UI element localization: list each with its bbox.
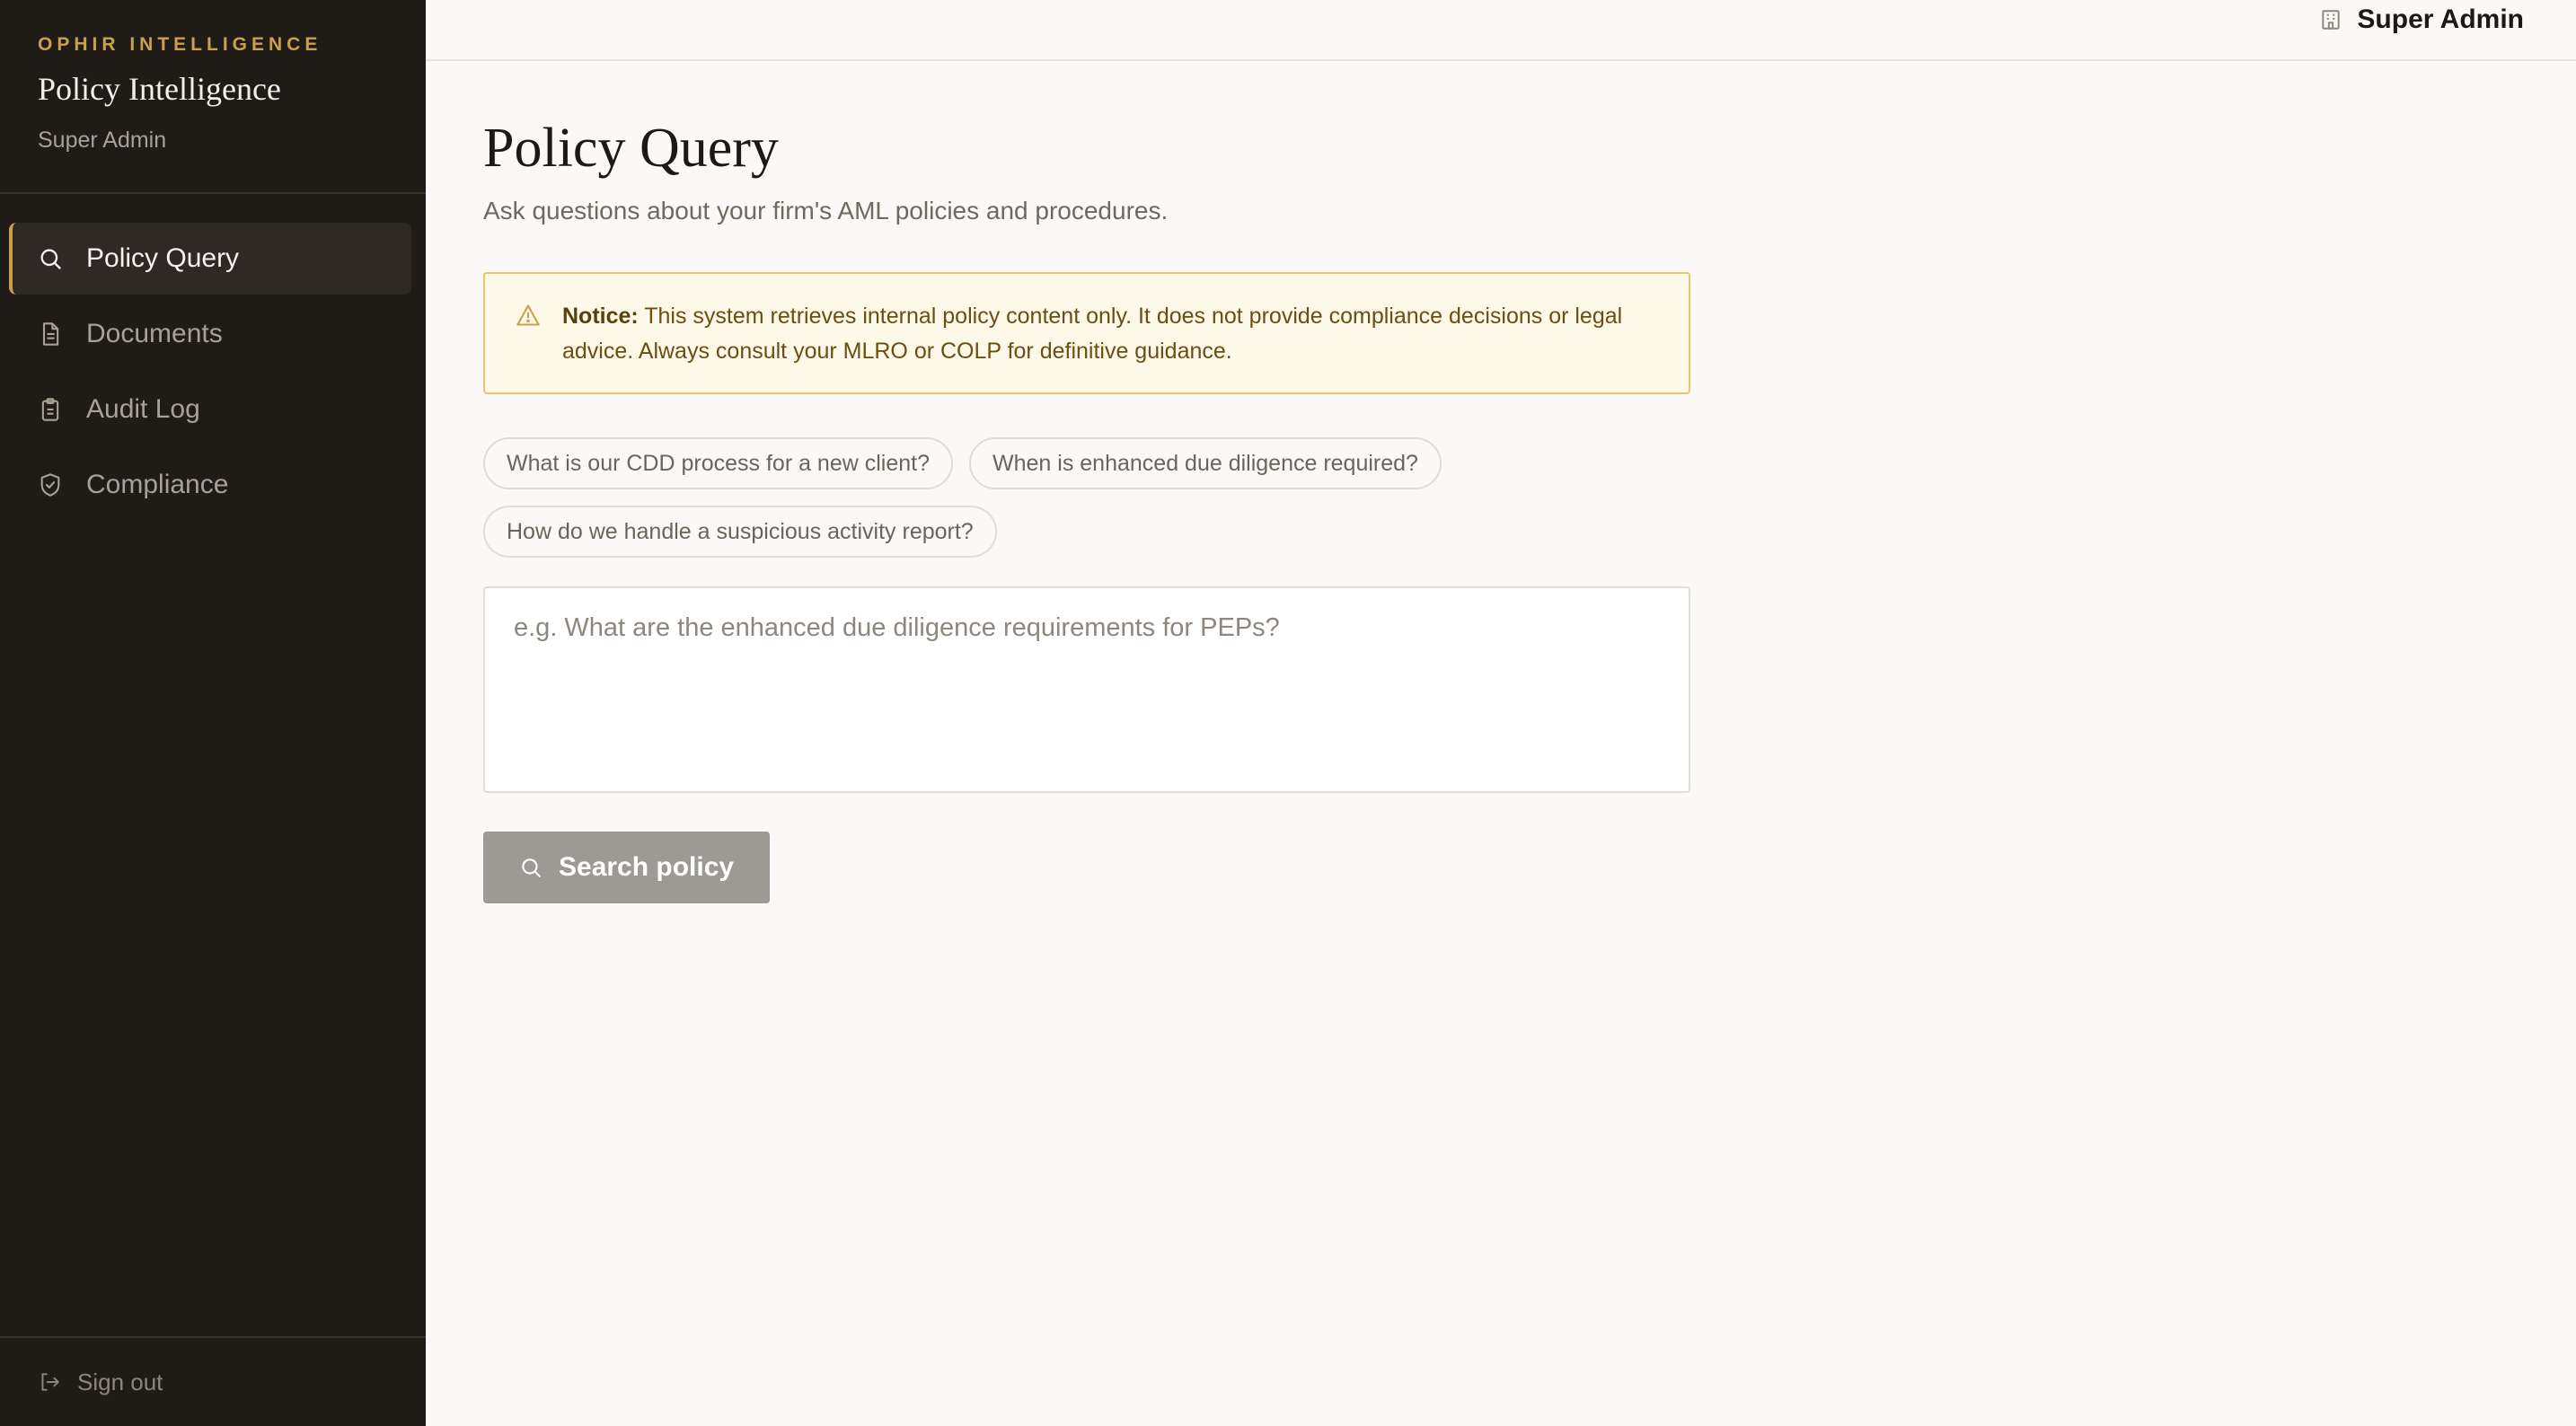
- sidebar-item-label: Compliance: [86, 470, 229, 499]
- shield-check-icon: [38, 472, 63, 497]
- search-icon: [38, 246, 63, 271]
- sidebar: OPHIR INTELLIGENCE Policy Intelligence S…: [0, 0, 426, 1426]
- notice-label: Notice:: [562, 304, 639, 329]
- sidebar-item-compliance[interactable]: Compliance: [9, 449, 411, 521]
- building-icon: [2319, 8, 2342, 31]
- top-bar: Super Admin: [426, 0, 2576, 61]
- suggestion-chip[interactable]: How do we handle a suspicious activity r…: [483, 506, 997, 558]
- search-button-label: Search policy: [559, 852, 735, 882]
- brand-title: Policy Intelligence: [38, 71, 281, 107]
- sign-out-button[interactable]: Sign out: [0, 1336, 426, 1426]
- document-icon: [38, 321, 63, 347]
- brand-role: Super Admin: [38, 128, 167, 153]
- sidebar-item-documents[interactable]: Documents: [9, 298, 411, 370]
- notice-body: Notice: This system retrieves internal p…: [562, 299, 1653, 369]
- suggestion-chip[interactable]: When is enhanced due diligence required?: [969, 437, 1442, 489]
- sign-out-icon: [38, 1370, 61, 1394]
- sidebar-item-policy-query[interactable]: Policy Query: [9, 223, 411, 295]
- clipboard-icon: [38, 397, 63, 422]
- search-policy-button[interactable]: Search policy: [483, 832, 771, 903]
- sidebar-item-label: Policy Query: [86, 243, 240, 273]
- sign-out-label: Sign out: [77, 1368, 163, 1395]
- notice-banner: Notice: This system retrieves internal p…: [483, 272, 1690, 394]
- page-subtitle: Ask questions about your firm's AML poli…: [483, 197, 1169, 224]
- user-name: Super Admin: [2357, 4, 2524, 34]
- sidebar-item-audit-log[interactable]: Audit Log: [9, 374, 411, 445]
- brand-kicker: OPHIR INTELLIGENCE: [38, 34, 322, 55]
- query-input[interactable]: [483, 586, 1690, 793]
- page-title: Policy Query: [483, 118, 779, 179]
- sidebar-nav: Policy Query Documents Audit Log Complia…: [0, 194, 426, 521]
- warning-icon: [516, 303, 541, 328]
- sidebar-item-label: Documents: [86, 319, 223, 348]
- user-menu[interactable]: Super Admin: [2319, 4, 2524, 35]
- suggestion-chip[interactable]: What is our CDD process for a new client…: [483, 437, 954, 489]
- notice-text: This system retrieves internal policy co…: [562, 304, 1623, 364]
- main-content: Policy Query Ask questions about your fi…: [483, 117, 1690, 903]
- brand: OPHIR INTELLIGENCE Policy Intelligence S…: [0, 0, 426, 194]
- search-icon: [519, 856, 543, 879]
- sidebar-item-label: Audit Log: [86, 394, 200, 424]
- suggestion-chips: What is our CDD process for a new client…: [483, 437, 1690, 558]
